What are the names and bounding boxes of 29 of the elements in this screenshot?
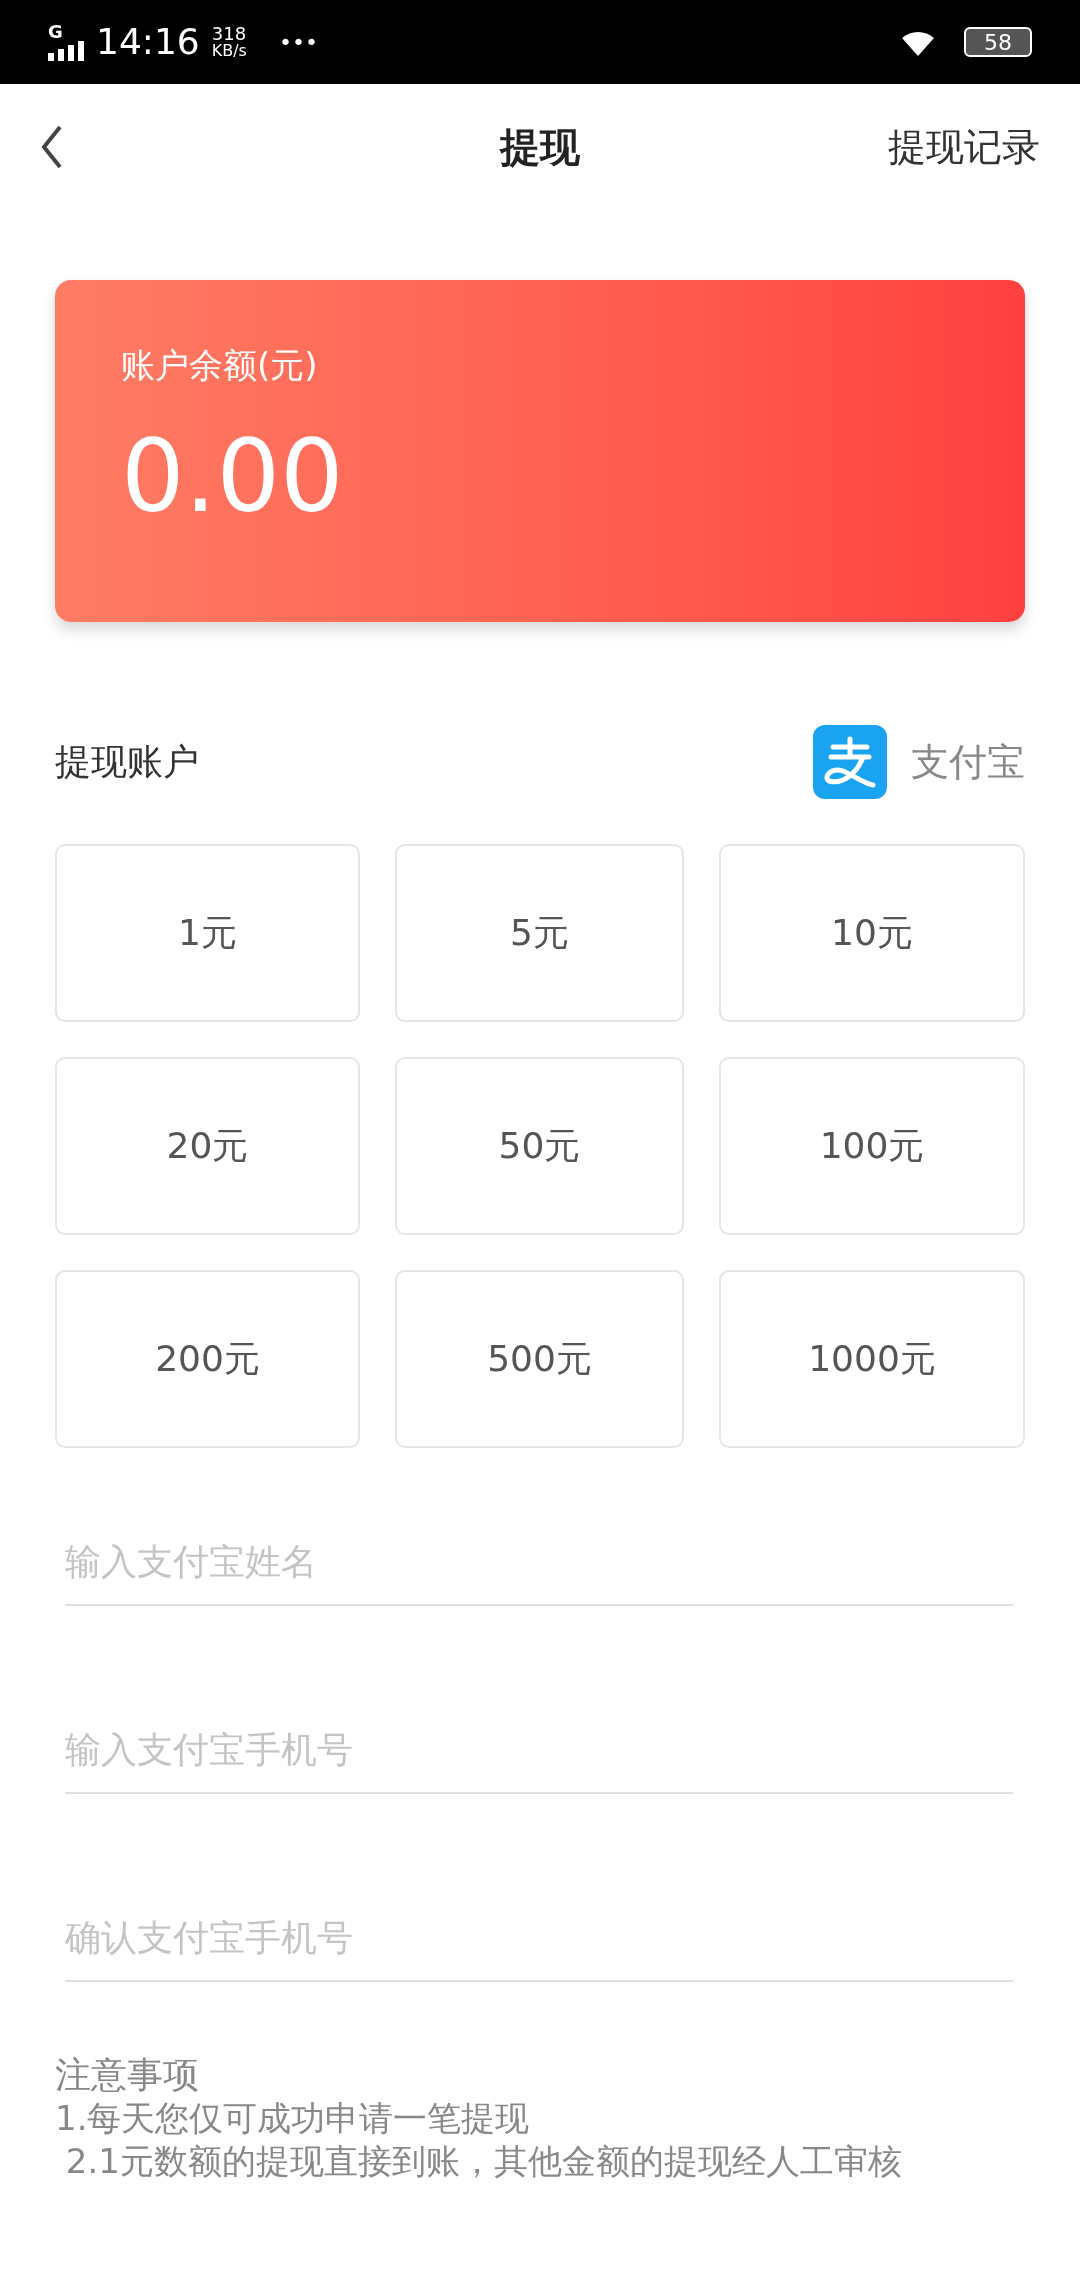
more-indicator: ••• (278, 28, 318, 57)
amount-option[interactable]: 5元 (395, 844, 684, 1022)
amount-option[interactable]: 10元 (719, 844, 1025, 1022)
notes-title: 注意事项 (55, 2053, 199, 2097)
amount-option[interactable]: 200元 (55, 1270, 360, 1448)
account-label: 提现账户 (55, 740, 199, 784)
balance-amount: 0.00 (121, 427, 344, 527)
text-field[interactable]: 确认支付宝手机号 (65, 1894, 1013, 1982)
text-field[interactable]: 输入支付宝姓名 (65, 1518, 1013, 1606)
wallet-logo-icon (813, 725, 887, 799)
clock: 14:16 (96, 24, 200, 60)
back-icon[interactable] (40, 125, 64, 169)
text-field[interactable]: 输入支付宝手机号 (65, 1706, 1013, 1794)
withdraw-history-link[interactable]: 提现记录 (888, 118, 1040, 176)
speed-unit: KB/s (211, 43, 247, 59)
payment-method: 支付宝 (911, 738, 1025, 786)
battery-indicator: 58 (964, 27, 1032, 57)
amount-option[interactable]: 1000元 (719, 1270, 1025, 1448)
amount-option[interactable]: 50元 (395, 1057, 684, 1235)
amount-option[interactable]: 20元 (55, 1057, 360, 1235)
network-type: G (48, 23, 63, 41)
page-title: 提现 (500, 123, 580, 172)
speed-value: 318 (211, 25, 247, 43)
balance-label: 账户余额(元) (121, 344, 318, 387)
amount-option[interactable]: 100元 (719, 1057, 1025, 1235)
notes-line: 2.1元数额的提现直接到账，其他金额的提现经人工审核 (64, 2139, 902, 2182)
notes-line: 1.每天您仅可成功申请一笔提现 (55, 2097, 530, 2140)
amount-option[interactable]: 1元 (55, 844, 360, 1022)
amount-option[interactable]: 500元 (395, 1270, 684, 1448)
